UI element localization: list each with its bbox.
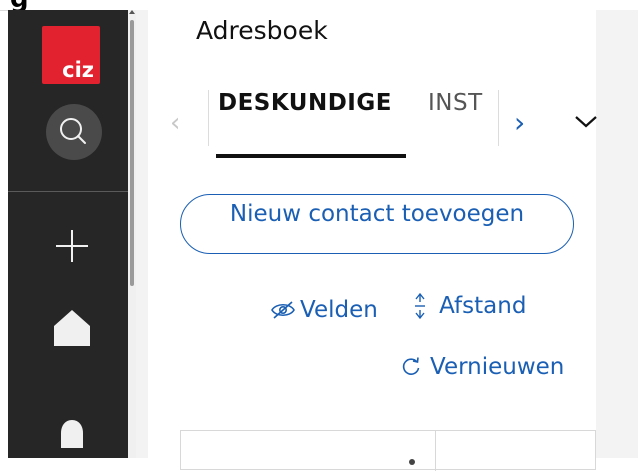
tab-prev-button[interactable]: ‹ — [170, 108, 180, 138]
home-button[interactable] — [52, 308, 92, 352]
scrollbar-thumb[interactable] — [130, 20, 134, 286]
search-icon — [60, 118, 86, 144]
page-title: Adresboek — [196, 16, 328, 45]
tab-deskundige[interactable]: DESKUNDIGE — [218, 90, 392, 116]
tab-next-button[interactable]: › — [514, 106, 525, 139]
spacing-button[interactable]: Afstand — [413, 292, 526, 320]
right-gutter — [596, 10, 638, 458]
left-gutter — [136, 10, 148, 458]
notifications-button[interactable] — [54, 418, 90, 462]
plus-icon — [56, 230, 88, 262]
refresh-label: Vernieuwen — [430, 354, 565, 380]
eye-off-icon — [271, 301, 295, 319]
tab-instanties[interactable]: INST — [428, 90, 496, 116]
fields-button[interactable]: Velden — [270, 297, 378, 323]
tab-divider — [208, 90, 209, 146]
active-tab-indicator — [216, 154, 406, 158]
addressbook-panel: Adresboek ‹ DESKUNDIGE INST › Nieuw cont… — [148, 10, 598, 471]
logo-text: ciz — [62, 58, 94, 82]
fields-label: Velden — [300, 297, 378, 323]
column-divider — [435, 431, 436, 471]
add-button[interactable] — [54, 228, 90, 268]
tab-divider — [498, 90, 499, 146]
tabs-dropdown-button[interactable] — [574, 114, 598, 133]
refresh-button[interactable]: Vernieuwen — [400, 354, 564, 380]
bell-icon — [61, 420, 83, 448]
spacing-label: Afstand — [439, 293, 527, 319]
home-icon — [54, 310, 90, 346]
toolbar: Velden Afstand — [270, 292, 526, 326]
ciz-logo[interactable]: ciz — [42, 26, 100, 84]
chevron-down-icon — [575, 116, 597, 128]
new-contact-button[interactable]: Nieuw contact toevoegen — [180, 194, 574, 254]
spacing-icon — [415, 292, 426, 320]
nav-divider — [8, 191, 128, 192]
scroll-up-arrow[interactable] — [129, 10, 135, 14]
contacts-table — [180, 430, 596, 471]
refresh-icon — [402, 357, 420, 375]
search-button[interactable] — [46, 104, 102, 160]
side-navigation: ciz — [8, 10, 128, 458]
row-menu-icon[interactable] — [409, 459, 415, 465]
